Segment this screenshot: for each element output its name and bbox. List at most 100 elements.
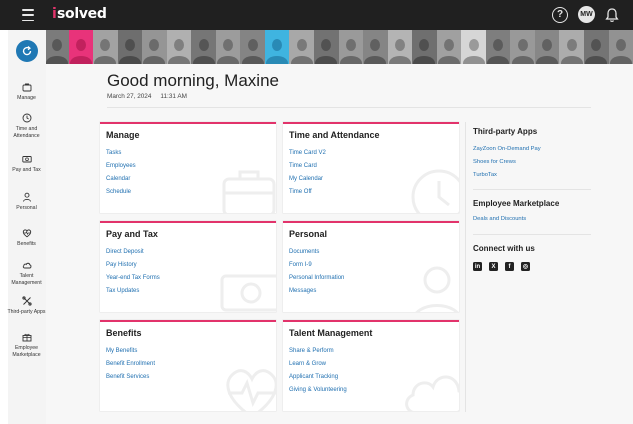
photo-tile (166, 30, 192, 64)
link-turbotax[interactable]: TurboTax (473, 172, 497, 178)
sidebar-item-employee-marketplace[interactable]: Employee Marketplace (8, 332, 46, 359)
photo-tile (117, 30, 143, 64)
sidebar-item-time-and-attendance[interactable]: Time and Attendance (8, 113, 46, 140)
connect-title: Connect with us (473, 244, 535, 253)
sidebar-item-label: Third-party Apps (7, 309, 46, 315)
link-giving-and-volunteering[interactable]: Giving & Volunteering (289, 386, 347, 399)
sidebar-item-personal[interactable]: Personal (8, 192, 46, 212)
sidebar-item-label: Benefits (17, 241, 36, 247)
photo-tile (584, 30, 609, 64)
divider (473, 189, 591, 190)
refresh-icon (22, 46, 32, 56)
refresh-button[interactable] (16, 40, 38, 62)
photo-tile (436, 30, 462, 64)
photo-tile (142, 30, 167, 64)
link-schedule[interactable]: Schedule (106, 188, 136, 201)
photo-tile (215, 30, 241, 64)
link-time-card-v2[interactable]: Time Card V2 (289, 149, 326, 162)
clock-icon (411, 169, 459, 213)
third-party-apps-title: Third-party Apps (473, 127, 538, 136)
social-links: in X f ◎ (473, 262, 530, 271)
card-title: Pay and Tax (106, 229, 158, 239)
link-documents[interactable]: Documents (289, 248, 344, 261)
help-icon[interactable]: ? (552, 6, 568, 23)
link-tasks[interactable]: Tasks (106, 149, 136, 162)
link-shoes-for-crews[interactable]: Shoes for Crews (473, 159, 516, 165)
card-personal: Personal Documents Form I-9 Personal Inf… (283, 221, 459, 312)
link-time-card[interactable]: Time Card (289, 162, 326, 175)
photo-tile (68, 30, 94, 64)
hamburger-menu-icon[interactable] (22, 9, 34, 21)
person-icon (23, 192, 31, 202)
top-bar: isolved ? MW (0, 0, 633, 30)
bell-icon[interactable] (605, 7, 619, 23)
link-my-benefits[interactable]: My Benefits (106, 347, 155, 360)
link-tax-updates[interactable]: Tax Updates (106, 287, 160, 300)
link-deals-and-discounts[interactable]: Deals and Discounts (473, 216, 526, 222)
money-icon (220, 274, 276, 312)
link-learn-and-grow[interactable]: Learn & Grow (289, 360, 347, 373)
divider (107, 107, 591, 108)
card-time-and-attendance: Time and Attendance Time Card V2 Time Ca… (283, 122, 459, 213)
sidebar: Manage Time and Attendance Pay and Tax P… (7, 30, 46, 424)
photo-tile (289, 30, 315, 64)
instagram-icon[interactable]: ◎ (521, 262, 530, 271)
link-benefit-services[interactable]: Benefit Services (106, 373, 155, 386)
photo-tile (363, 30, 388, 64)
photo-tile (314, 30, 339, 64)
card-title: Time and Attendance (289, 130, 380, 140)
sidebar-item-label: Talent Management (11, 273, 42, 286)
cloud-icon (22, 262, 32, 269)
isolved-logo[interactable]: isolved (52, 6, 107, 22)
sidebar-item-label: Time and Attendance (13, 126, 40, 139)
photo-tile (485, 30, 511, 64)
link-messages[interactable]: Messages (289, 287, 344, 300)
sidebar-item-label: Personal (16, 205, 37, 211)
person-icon (415, 266, 459, 312)
x-icon[interactable]: X (489, 262, 498, 271)
photo-tile (510, 30, 535, 64)
tools-icon (22, 296, 32, 306)
link-benefit-enrollment[interactable]: Benefit Enrollment (106, 360, 155, 373)
briefcase-icon (222, 170, 276, 213)
sidebar-item-third-party-apps[interactable]: Third-party Apps (7, 296, 46, 316)
sidebar-item-benefits[interactable]: Benefits (8, 228, 46, 248)
heart-pulse-icon (22, 229, 32, 238)
sidebar-item-label: Employee Marketplace (12, 345, 41, 358)
card-pay-and-tax: Pay and Tax Direct Deposit Pay History Y… (100, 221, 276, 312)
link-form-i-9[interactable]: Form I-9 (289, 261, 344, 274)
photo-tile (412, 30, 437, 64)
link-calendar[interactable]: Calendar (106, 175, 136, 188)
sidebar-item-pay-and-tax[interactable]: Pay and Tax (8, 154, 46, 174)
photo-tile (534, 30, 560, 64)
linkedin-icon[interactable]: in (473, 262, 482, 271)
sidebar-item-manage[interactable]: Manage (8, 82, 46, 102)
current-datetime: March 27, 2024 11:31 AM (107, 93, 187, 100)
current-time: 11:31 AM (160, 93, 187, 100)
card-title: Personal (289, 229, 328, 239)
link-share-and-perform[interactable]: Share & Perform (289, 347, 347, 360)
link-employees[interactable]: Employees (106, 162, 136, 175)
link-pay-history[interactable]: Pay History (106, 261, 160, 274)
employee-marketplace-title: Employee Marketplace (473, 199, 560, 208)
link-time-off[interactable]: Time Off (289, 188, 326, 201)
photo-tile (240, 30, 265, 64)
card-talent-management: Talent Management Share & Perform Learn … (283, 320, 459, 411)
people-photo-banner (46, 30, 633, 64)
briefcase-icon (22, 83, 32, 92)
sidebar-item-talent-management[interactable]: Talent Management (8, 260, 46, 287)
clock-icon (22, 113, 32, 123)
link-zayzoon[interactable]: ZayZoon On-Demand Pay (473, 146, 541, 152)
greeting-heading: Good morning, Maxine (107, 71, 279, 90)
current-date: March 27, 2024 (107, 93, 152, 100)
link-my-calendar[interactable]: My Calendar (289, 175, 326, 188)
link-direct-deposit[interactable]: Direct Deposit (106, 248, 160, 261)
user-avatar[interactable]: MW (578, 6, 595, 23)
link-personal-information[interactable]: Personal Information (289, 274, 344, 287)
photo-tile (264, 30, 290, 64)
facebook-icon[interactable]: f (505, 262, 514, 271)
heart-pulse-icon (226, 369, 276, 411)
link-applicant-tracking[interactable]: Applicant Tracking (289, 373, 347, 386)
link-year-end-tax-forms[interactable]: Year-end Tax Forms (106, 274, 160, 287)
card-benefits: Benefits My Benefits Benefit Enrollment … (100, 320, 276, 411)
